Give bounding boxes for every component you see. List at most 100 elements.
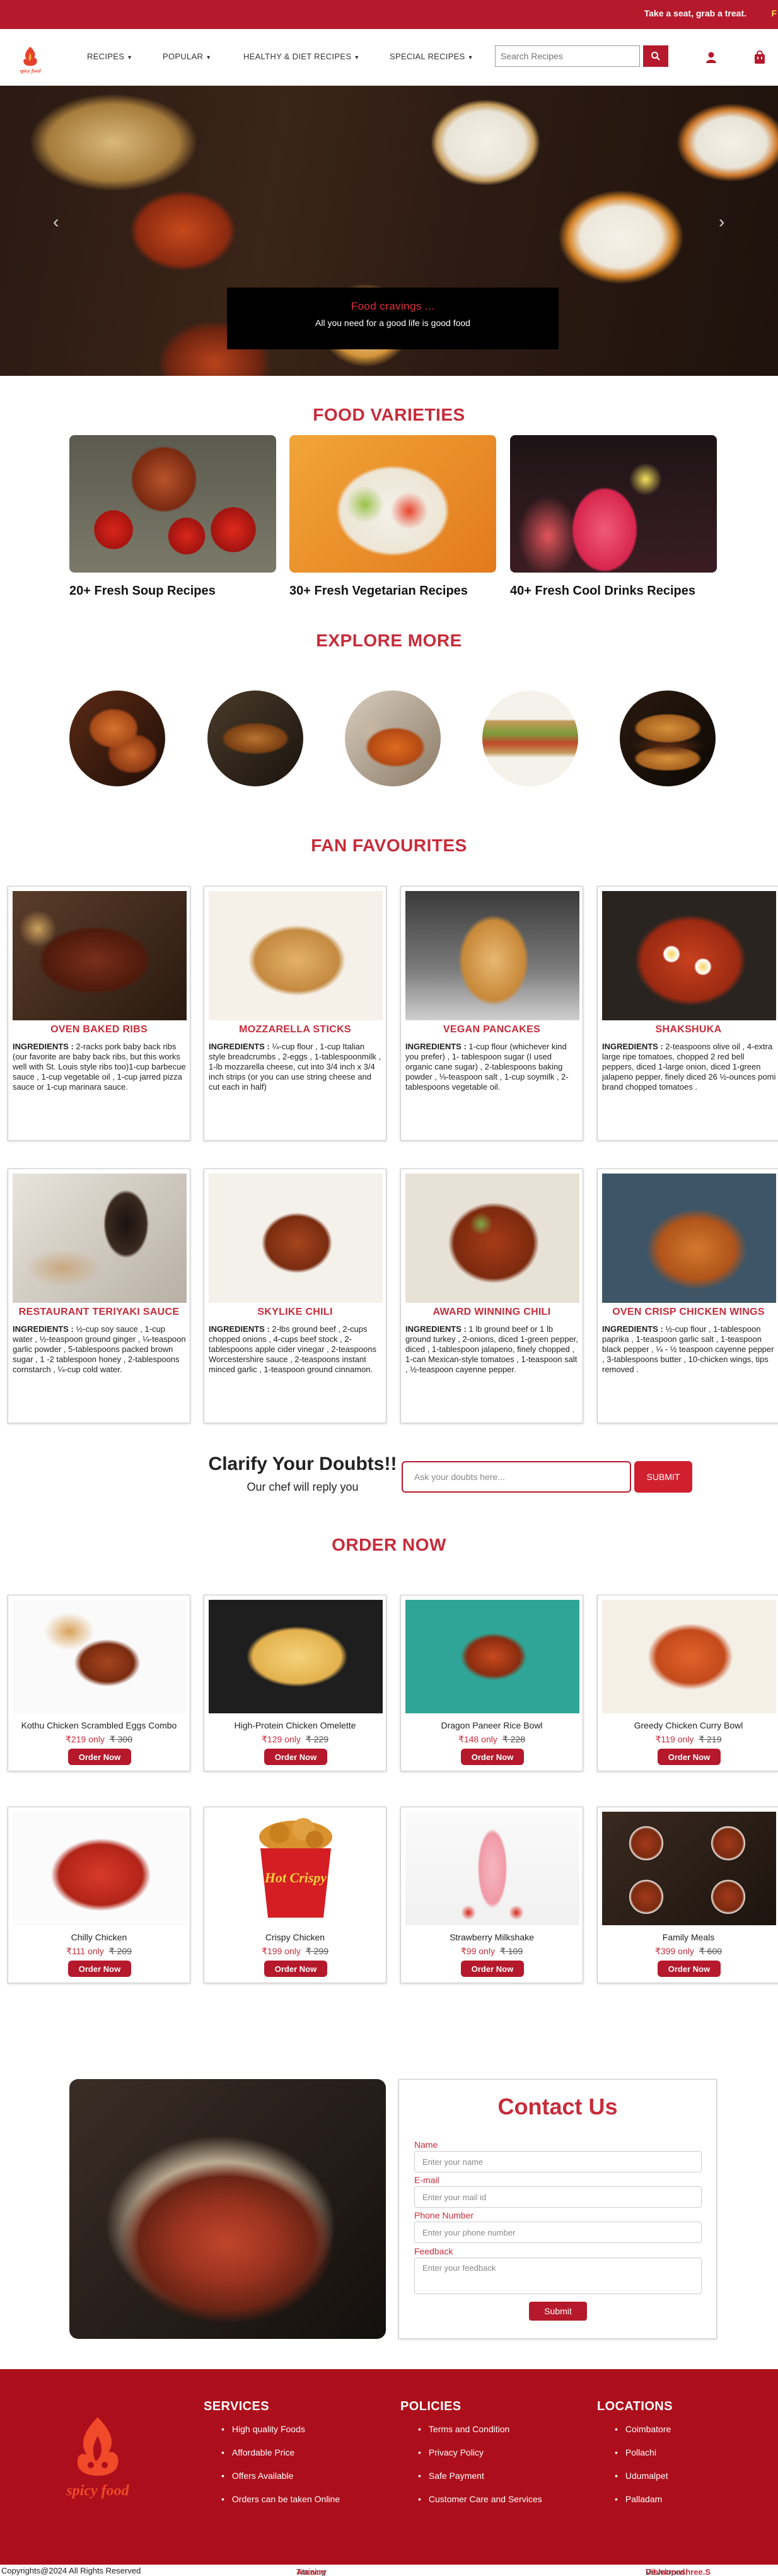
fan-card[interactable]: OVEN CRISP CHICKEN WINGS INGREDIENTS : ½… [597, 1169, 778, 1423]
nav-recipes-menu[interactable]: RECIPES ▼ [87, 52, 132, 61]
locations-item[interactable]: Udumalpet [597, 2471, 673, 2481]
fan-card[interactable]: VEGAN PANCAKES INGREDIENTS : 1-cup flour… [400, 886, 583, 1141]
order-now-button[interactable]: Order Now [68, 1749, 131, 1765]
footer-locations: LOCATIONS Coimbatore Pollachi Udumalpet … [597, 2399, 673, 2517]
fan-title: OVEN BAKED RIBS [50, 1024, 148, 1035]
order-now-button[interactable]: Order Now [658, 1749, 721, 1765]
carousel-next-icon[interactable]: › [719, 212, 724, 232]
variety-card[interactable]: 40+ Fresh Cool Drinks Recipes [510, 435, 717, 598]
varieties-title: FOOD VARIETIES [313, 405, 465, 424]
services-item[interactable]: Offers Available [204, 2471, 340, 2481]
policies-title: POLICIES [400, 2399, 462, 2413]
fan-image [405, 1174, 579, 1303]
cart-icon[interactable] [750, 48, 769, 67]
order-image [13, 1600, 187, 1713]
fan-desc: INGREDIENTS : 1 lb ground beef or 1 lb g… [405, 1324, 578, 1374]
order-card: High-Protein Chicken Omelette ₹129 only ₹… [204, 1595, 386, 1771]
order-price: ₹119 only ₹ 219 [655, 1734, 722, 1744]
fan-card[interactable]: AWARD WINNING CHILI INGREDIENTS : 1 lb g… [400, 1169, 583, 1423]
explore-burger[interactable] [620, 691, 716, 786]
user-icon[interactable] [702, 48, 721, 67]
order-image [602, 1600, 776, 1713]
order-title: ORDER NOW [332, 1535, 446, 1554]
search-button[interactable] [643, 45, 668, 67]
order-card: Family Meals ₹399 only ₹ 600 Order Now [597, 1807, 778, 1983]
training-link[interactable]: Atozarv India Pvt Ltd [296, 2567, 327, 2576]
phone-label: Phone Number [414, 2210, 474, 2220]
services-item[interactable]: Affordable Price [204, 2447, 340, 2457]
explore-fried-chicken[interactable] [69, 691, 165, 786]
locations-item[interactable]: Pollachi [597, 2447, 673, 2457]
carousel-prev-icon[interactable]: ‹ [53, 212, 59, 232]
explore-bread[interactable] [207, 691, 303, 786]
order-now-button[interactable]: Order Now [658, 1961, 721, 1977]
order-now-button[interactable]: Order Now [68, 1961, 131, 1977]
order-name: Dragon Paneer Rice Bowl [441, 1720, 543, 1730]
locations-title: LOCATIONS [597, 2399, 673, 2413]
doubts-subtitle: Our chef will reply you [247, 1481, 359, 1493]
variety-card[interactable]: 20+ Fresh Soup Recipes [69, 435, 276, 598]
fan-image [602, 1174, 776, 1303]
cool-drinks-image [510, 435, 717, 573]
email-field[interactable]: Enter your mail id [414, 2186, 702, 2208]
policies-item[interactable]: Privacy Policy [400, 2447, 542, 2457]
order-now-button[interactable]: Order Now [264, 1961, 327, 1977]
order-price: ₹111 only ₹ 209 [66, 1946, 132, 1956]
order-price: ₹129 only ₹ 229 [262, 1734, 328, 1744]
fan-card[interactable]: SHAKSHUKA INGREDIENTS : 2-teaspoons oliv… [597, 886, 778, 1141]
order-now-button[interactable]: Order Now [461, 1961, 524, 1977]
fan-title: RESTAURANT TERIYAKI SAUCE [18, 1307, 180, 1317]
locations-item[interactable]: Coimbatore [597, 2424, 673, 2434]
nav-special-menu[interactable]: SPECIAL RECIPES ▼ [390, 52, 473, 61]
feedback-field[interactable]: Enter your feedback [414, 2258, 702, 2294]
services-title: SERVICES [204, 2399, 269, 2413]
doubts-submit-button[interactable]: SUBMIT [634, 1461, 692, 1493]
fan-card[interactable]: RESTAURANT TERIYAKI SAUCE INGREDIENTS : … [8, 1169, 190, 1423]
variety-card[interactable]: 30+ Fresh Vegetarian Recipes [289, 435, 496, 598]
doubts-input[interactable]: Ask your doubts here... [402, 1461, 631, 1493]
fan-desc: INGREDIENTS : 2-lbs ground beef , 2-cups… [209, 1324, 376, 1374]
svg-text:spicy food: spicy food [19, 68, 41, 74]
policies-item[interactable]: Customer Care and Services [400, 2494, 542, 2504]
order-now-button[interactable]: Order Now [461, 1749, 524, 1765]
explore-sandwich[interactable] [482, 691, 578, 786]
fan-desc: INGREDIENTS : ½-cup soy sauce , 1-cup wa… [13, 1324, 186, 1374]
explore-fries[interactable] [345, 691, 441, 786]
nav-popular-menu[interactable]: POPULAR ▼ [163, 52, 211, 61]
crispy-bucket-icon: Hot Crispy [259, 1818, 332, 1918]
hero-title: Food cravings ... [351, 300, 435, 312]
order-now-button[interactable]: Order Now [264, 1749, 327, 1765]
feedback-label: Feedback [414, 2246, 453, 2256]
order-card: Greedy Chicken Curry Bowl ₹119 only ₹ 219… [597, 1595, 778, 1771]
fan-card[interactable]: SKYLIKE CHILI INGREDIENTS : 2-lbs ground… [204, 1169, 386, 1423]
order-price: ₹99 only ₹ 109 [460, 1946, 523, 1956]
developer-link[interactable]: Vibhurnashree.S [646, 2567, 711, 2576]
nav-healthy-menu[interactable]: HEALTHY & DIET RECIPES ▼ [243, 52, 360, 61]
fan-title: VEGAN PANCAKES [443, 1024, 541, 1035]
fan-desc: INGREDIENTS : 2-racks pork baby back rib… [13, 1042, 186, 1092]
policies-item[interactable]: Terms and Condition [400, 2424, 542, 2434]
fan-card[interactable]: OVEN BAKED RIBS INGREDIENTS : 2-racks po… [8, 886, 190, 1141]
services-item[interactable]: High quality Foods [204, 2424, 340, 2434]
name-field[interactable]: Enter your name [414, 2151, 702, 2172]
policies-item[interactable]: Safe Payment [400, 2471, 542, 2481]
order-card: Hot Crispy Crispy Chicken ₹199 only ₹ 299… [204, 1807, 386, 1983]
locations-item[interactable]: Palladam [597, 2494, 673, 2504]
brand-logo[interactable]: spicy food [16, 44, 44, 74]
contact-submit-button[interactable]: Submit [529, 2302, 587, 2321]
footer-services: SERVICES High quality Foods Affordable P… [204, 2399, 340, 2517]
footer: spicy food SERVICES High quality Foods A… [0, 2369, 778, 2565]
variety-caption: 30+ Fresh Vegetarian Recipes [289, 584, 468, 598]
order-name: Crispy Chicken [265, 1932, 325, 1942]
variety-caption: 20+ Fresh Soup Recipes [69, 584, 216, 598]
hero-carousel: ‹ › Food cravings ... All you need for a… [0, 86, 778, 376]
services-item[interactable]: Orders can be taken Online [204, 2494, 340, 2504]
order-image [209, 1600, 383, 1713]
order-name: Strawberry Milkshake [450, 1932, 534, 1942]
footer-policies: POLICIES Terms and Condition Privacy Pol… [400, 2399, 542, 2517]
search-icon [651, 52, 660, 61]
explore-title: EXPLORE MORE [316, 631, 462, 650]
fan-card[interactable]: MOZZARELLA STICKS INGREDIENTS : ¼-cup fl… [204, 886, 386, 1141]
phone-field[interactable]: Enter your phone number [414, 2222, 702, 2243]
search-input[interactable] [495, 45, 640, 67]
